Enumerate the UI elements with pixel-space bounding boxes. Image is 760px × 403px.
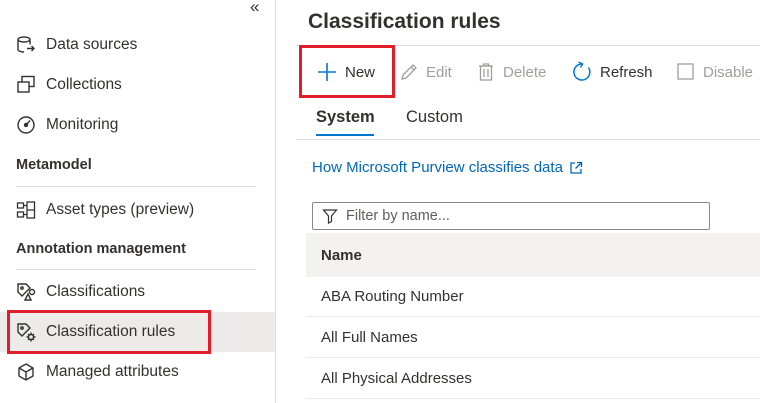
edit-button[interactable]: Edit <box>399 55 452 89</box>
asset-types-icon <box>15 199 37 221</box>
table-row[interactable]: ABA Routing Number <box>306 277 760 317</box>
sidebar-item-label: Managed attributes <box>46 363 179 380</box>
sidebar-item-label: Classifications <box>46 283 146 300</box>
section-heading-metamodel: Metamodel <box>16 157 92 173</box>
refresh-icon <box>571 61 593 83</box>
sidebar-item-managed-attributes[interactable]: Managed attributes <box>0 352 275 392</box>
disable-button-label: Disable <box>703 63 754 81</box>
collections-icon <box>15 74 37 96</box>
help-link[interactable]: How Microsoft Purview classifies data <box>312 159 583 176</box>
sidebar-item-label: Collections <box>46 76 122 93</box>
managed-attributes-icon <box>15 361 37 383</box>
tab-system[interactable]: System <box>316 108 375 127</box>
sidebar-item-label: Monitoring <box>46 116 119 133</box>
sidebar: « Data sources Collections Monitoring Me… <box>0 0 276 403</box>
sidebar-item-label: Asset types (preview) <box>46 201 195 218</box>
tabs-divider <box>296 139 760 140</box>
refresh-button[interactable]: Refresh <box>571 55 653 89</box>
highlight-box-classification-rules <box>7 310 211 354</box>
sidebar-item-label: Data sources <box>46 36 138 53</box>
divider <box>16 269 256 270</box>
trash-icon <box>476 62 496 82</box>
pencil-icon <box>399 62 419 82</box>
sidebar-item-collections[interactable]: Collections <box>0 65 275 105</box>
sidebar-item-classifications[interactable]: Classifications <box>0 272 275 312</box>
disable-button[interactable]: Disable <box>676 55 753 89</box>
row-name: All Full Names <box>321 329 418 346</box>
column-header-name[interactable]: Name <box>321 247 362 264</box>
highlight-box-new <box>299 45 395 98</box>
data-sources-icon <box>15 34 37 56</box>
tab-custom[interactable]: Custom <box>406 108 463 127</box>
row-name: ABA Routing Number <box>321 288 464 305</box>
page-title: Classification rules <box>308 10 501 33</box>
divider <box>16 186 256 187</box>
monitoring-icon <box>15 114 37 136</box>
edit-button-label: Edit <box>426 63 452 81</box>
sidebar-item-monitoring[interactable]: Monitoring <box>0 105 275 145</box>
table-header: Name <box>306 233 760 277</box>
delete-button[interactable]: Delete <box>476 55 546 89</box>
filter-icon <box>322 208 338 224</box>
checkbox-icon <box>676 62 696 82</box>
help-link-label: How Microsoft Purview classifies data <box>312 159 563 176</box>
table-row[interactable]: All Full Names <box>306 318 760 358</box>
sidebar-item-data-sources[interactable]: Data sources <box>0 25 275 65</box>
table-row[interactable]: All Physical Addresses <box>306 359 760 399</box>
filter-input[interactable]: Filter by name... <box>312 202 710 230</box>
row-name: All Physical Addresses <box>321 370 472 387</box>
refresh-button-label: Refresh <box>600 63 653 81</box>
delete-button-label: Delete <box>503 63 547 81</box>
collapse-sidebar-button[interactable]: « <box>250 0 259 15</box>
active-tab-indicator <box>316 134 374 136</box>
sidebar-item-asset-types[interactable]: Asset types (preview) <box>0 190 275 230</box>
classifications-icon <box>15 281 37 303</box>
external-link-icon <box>569 161 583 175</box>
section-heading-annotation-management: Annotation management <box>16 241 186 257</box>
main-content: Classification rules New Edit Delete Ref… <box>276 0 760 403</box>
filter-placeholder: Filter by name... <box>346 208 450 224</box>
